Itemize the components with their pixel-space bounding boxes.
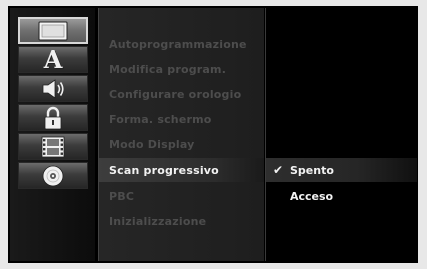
menu-item-inizializzazione[interactable]: Inizializzazione: [99, 209, 264, 233]
options-panel: ✔ Spento Acceso: [265, 8, 417, 261]
option-acceso[interactable]: Acceso: [266, 184, 417, 208]
option-label: Spento: [290, 163, 334, 177]
language-icon: A: [43, 44, 63, 74]
settings-menu: Autoprogrammazione Modifica program. Con…: [98, 8, 264, 261]
menu-item-scan-progressivo[interactable]: Scan progressivo: [99, 158, 264, 182]
lock-icon: [42, 106, 64, 130]
category-column: A: [10, 8, 95, 261]
disc-icon: [41, 164, 65, 188]
option-label: Acceso: [290, 189, 334, 203]
category-lock[interactable]: [18, 104, 88, 131]
tv-icon: [38, 21, 68, 41]
category-disc[interactable]: [18, 162, 88, 189]
menu-item-autoprogrammazione[interactable]: Autoprogrammazione: [99, 32, 264, 56]
menu-item-modifica-program[interactable]: Modifica program.: [99, 57, 264, 81]
option-spento[interactable]: ✔ Spento: [266, 158, 417, 182]
category-display[interactable]: [18, 17, 88, 44]
menu-item-configurare-orologio[interactable]: Configurare orologio: [99, 82, 264, 106]
menu-item-forma-schermo[interactable]: Forma. schermo: [99, 107, 264, 131]
menu-item-pbc[interactable]: PBC: [99, 184, 264, 208]
category-language[interactable]: A: [18, 46, 88, 73]
category-others[interactable]: [18, 133, 88, 160]
menu-item-modo-display[interactable]: Modo Display: [99, 132, 264, 156]
speaker-icon: [39, 78, 67, 100]
checkmark-icon: ✔: [272, 163, 284, 177]
film-icon: [40, 136, 66, 158]
setup-screen: A Autoprogrammazione Modifica program. C…: [8, 6, 418, 263]
category-audio[interactable]: [18, 75, 88, 102]
